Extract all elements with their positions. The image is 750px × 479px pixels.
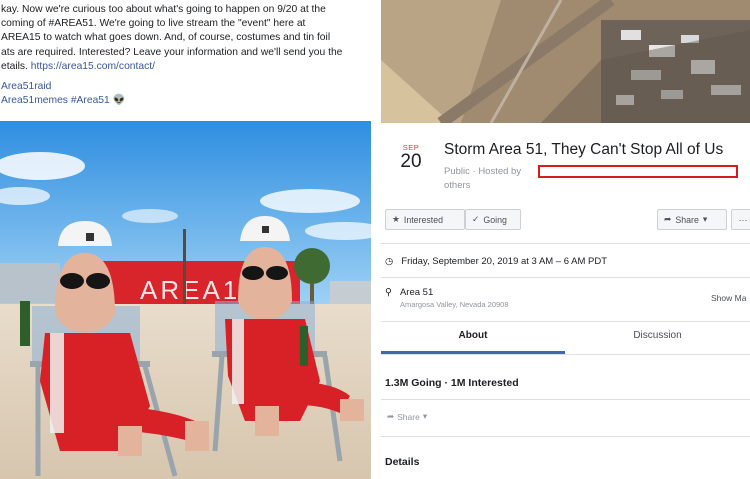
share-small-label: Share xyxy=(397,411,420,422)
event-host-others[interactable]: others xyxy=(444,180,470,191)
event-datetime: Friday, September 20, 2019 at 3 AM – 6 A… xyxy=(401,256,608,267)
separator xyxy=(381,277,750,278)
share-button[interactable]: ➦ Share ▾ xyxy=(657,209,727,230)
post-line: coming of #AREA51. We're going to live s… xyxy=(1,18,306,30)
clock-icon: ◷ xyxy=(385,256,394,267)
show-map-link[interactable]: Show Ma xyxy=(711,293,746,303)
more-button[interactable]: ··· xyxy=(731,209,750,230)
interested-button[interactable]: ★ Interested xyxy=(385,209,465,230)
share-link[interactable]: ➦ Share ▾ xyxy=(387,411,427,422)
going-label: Going xyxy=(483,214,507,225)
details-heading: Details xyxy=(385,456,420,468)
share-arrow-icon: ➦ xyxy=(387,411,395,421)
interested-label: Interested xyxy=(403,214,444,225)
event-location-row[interactable]: ⚲ Area 51 Amargosa Valley, Nevada 20908 xyxy=(385,287,509,309)
location-name: Area 51 xyxy=(399,287,434,298)
separator xyxy=(381,354,750,355)
chevron-down-icon: ▾ xyxy=(702,214,708,224)
alien-mannequins-photo[interactable]: AREA15 xyxy=(0,121,371,479)
post-line: ats are required. Interested? Leave your… xyxy=(1,46,343,58)
separator xyxy=(381,399,750,400)
redacted-host-name xyxy=(538,165,738,178)
separator xyxy=(381,321,750,322)
hashtag-area51memes[interactable]: Area51memes #Area51 👽 xyxy=(1,94,371,108)
post-line-prefix: etails. xyxy=(1,60,28,72)
post-line: kay. Now we're curious too about what's … xyxy=(1,4,326,15)
hashtag-text[interactable]: Area51memes #Area51 xyxy=(1,95,110,106)
tab-discussion[interactable]: Discussion xyxy=(565,330,750,341)
share-label: Share xyxy=(675,214,699,225)
event-date: SEP 20 xyxy=(397,143,425,172)
facebook-post: kay. Now we're curious too about what's … xyxy=(0,0,371,479)
event-day: 20 xyxy=(400,151,422,172)
star-icon: ★ xyxy=(392,214,400,224)
tab-about[interactable]: About xyxy=(381,330,565,341)
event-stats[interactable]: 1.3M Going · 1M Interested xyxy=(385,377,519,389)
post-line: etails. https://area15.com/contact/ xyxy=(1,60,371,74)
going-button[interactable]: ✓ Going xyxy=(465,209,521,230)
chevron-down-icon: ▾ xyxy=(422,411,428,421)
facebook-event: SEP 20 Storm Area 51, They Can't Stop Al… xyxy=(381,0,750,479)
separator xyxy=(381,436,750,437)
event-title: Storm Area 51, They Can't Stop All of Us xyxy=(444,141,724,158)
more-icon: ··· xyxy=(738,214,748,225)
separator xyxy=(381,243,750,244)
post-line: AREA15 to watch what goes down. And, of … xyxy=(1,32,331,44)
contact-link[interactable]: https://area15.com/contact/ xyxy=(31,61,155,72)
location-address: Amargosa Valley, Nevada 20908 xyxy=(399,300,509,309)
event-datetime-row: ◷ Friday, September 20, 2019 at 3 AM – 6… xyxy=(385,256,607,267)
check-icon: ✓ xyxy=(472,214,480,224)
share-arrow-icon: ➦ xyxy=(664,214,672,224)
area51-satellite-cover[interactable] xyxy=(381,0,750,123)
divider xyxy=(371,0,381,479)
location-pin-icon: ⚲ xyxy=(385,287,392,298)
alien-emoji: 👽 xyxy=(112,95,126,107)
hashtag-area51raid[interactable]: Area51raid xyxy=(1,80,371,94)
event-host-line: Public · Hosted by xyxy=(444,166,522,177)
post-text: kay. Now we're curious too about what's … xyxy=(0,3,371,108)
